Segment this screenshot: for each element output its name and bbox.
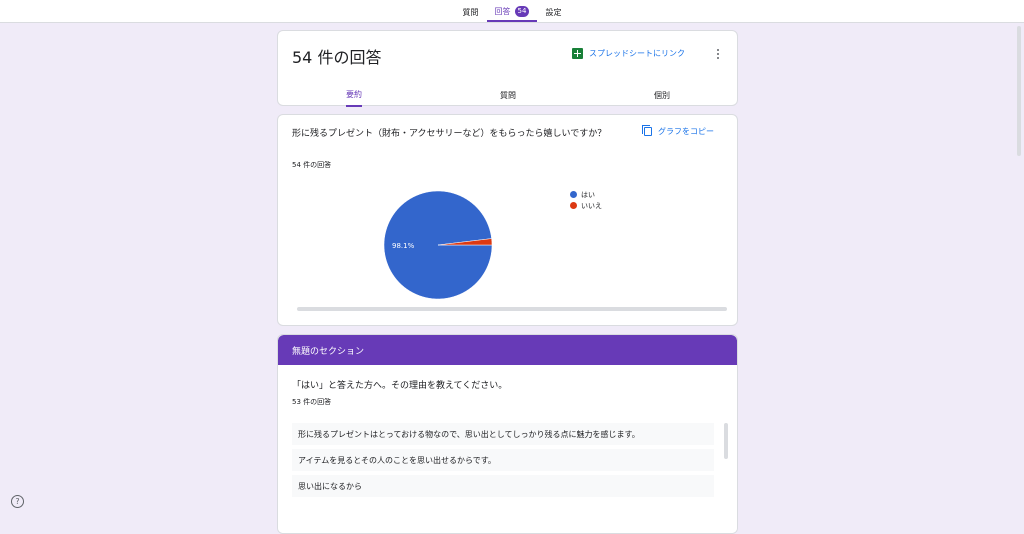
subtab-question-label: 質問 <box>500 90 516 100</box>
answer-list-scrollbar[interactable] <box>724 423 728 459</box>
response-count-badge: 54 <box>514 5 530 17</box>
summary-card: 54 件の回答 スプレッドシートにリンク 要約 質問 個別 <box>277 30 738 107</box>
subtab-individual[interactable]: 個別 <box>654 83 670 107</box>
subtab-summary[interactable]: 要約 <box>346 83 362 107</box>
section-title: 無題のセクション <box>292 346 365 357</box>
question2-title: 「はい」と答えた方へ。その理由を教えてください。 <box>292 381 508 391</box>
legend-label: はい <box>581 190 595 199</box>
subtab-individual-label: 個別 <box>654 90 670 100</box>
tab-questions[interactable]: 質問 <box>455 2 487 22</box>
horizontal-scrollbar[interactable] <box>297 307 727 311</box>
legend-label: いいえ <box>581 201 602 210</box>
question-title: 形に残るプレゼント（財布・アクセサリーなど）をもらったら嬉しいですか？ <box>292 129 607 139</box>
question2-response-count: 53 件の回答 <box>292 398 332 406</box>
answer-item: 形に残るプレゼントはとっておける物なので、思い出としてしっかり残る点に魅力を感じ… <box>292 423 714 445</box>
subtab-question[interactable]: 質問 <box>500 83 516 107</box>
answer-item: アイテムを見るとその人のことを思い出せるからです。 <box>292 449 714 471</box>
page-scrollbar[interactable] <box>1017 26 1021 156</box>
subtab-summary-label: 要約 <box>346 89 362 99</box>
pie-slice-label: 98.1% <box>392 242 415 250</box>
spreadsheet-icon <box>572 48 583 59</box>
section-header: 無題のセクション <box>278 335 737 365</box>
legend-item: いいえ <box>570 200 602 211</box>
copy-chart-label: グラフをコピー <box>658 127 714 136</box>
tab-questions-label: 質問 <box>462 7 479 17</box>
bottom-fade <box>278 515 737 533</box>
chart-legend: はい いいえ <box>570 189 602 211</box>
responses-title: 54 件の回答 <box>292 48 382 67</box>
legend-item: はい <box>570 189 602 200</box>
legend-swatch <box>570 202 577 209</box>
copy-chart-button[interactable]: グラフをコピー <box>642 125 714 137</box>
copy-icon <box>642 125 652 136</box>
question-response-count: 54 件の回答 <box>292 161 332 169</box>
help-icon[interactable]: ? <box>11 495 24 508</box>
pie-chart: 98.1% <box>383 190 493 300</box>
link-spreadsheet-button[interactable]: スプレッドシートにリンク <box>572 48 685 59</box>
tab-responses-label: 回答 <box>494 6 511 16</box>
response-view-tabs: 要約 質問 個別 <box>278 83 737 107</box>
link-spreadsheet-label: スプレッドシートにリンク <box>589 49 685 58</box>
more-vert-icon[interactable] <box>711 47 725 61</box>
legend-swatch <box>570 191 577 198</box>
tab-responses[interactable]: 回答 54 <box>486 2 538 22</box>
answer-list: 形に残るプレゼントはとっておける物なので、思い出としてしっかり残る点に魅力を感じ… <box>292 423 714 501</box>
question-chart-card: 形に残るプレゼント（財布・アクセサリーなど）をもらったら嬉しいですか？ 54 件… <box>277 114 738 326</box>
section-card: 無題のセクション 「はい」と答えた方へ。その理由を教えてください。 53 件の回… <box>277 334 738 534</box>
answer-item: 思い出になるから <box>292 475 714 497</box>
top-navigation: 質問 回答 54 設定 <box>0 0 1024 23</box>
tab-settings-label: 設定 <box>545 7 562 17</box>
tab-settings[interactable]: 設定 <box>537 2 569 22</box>
